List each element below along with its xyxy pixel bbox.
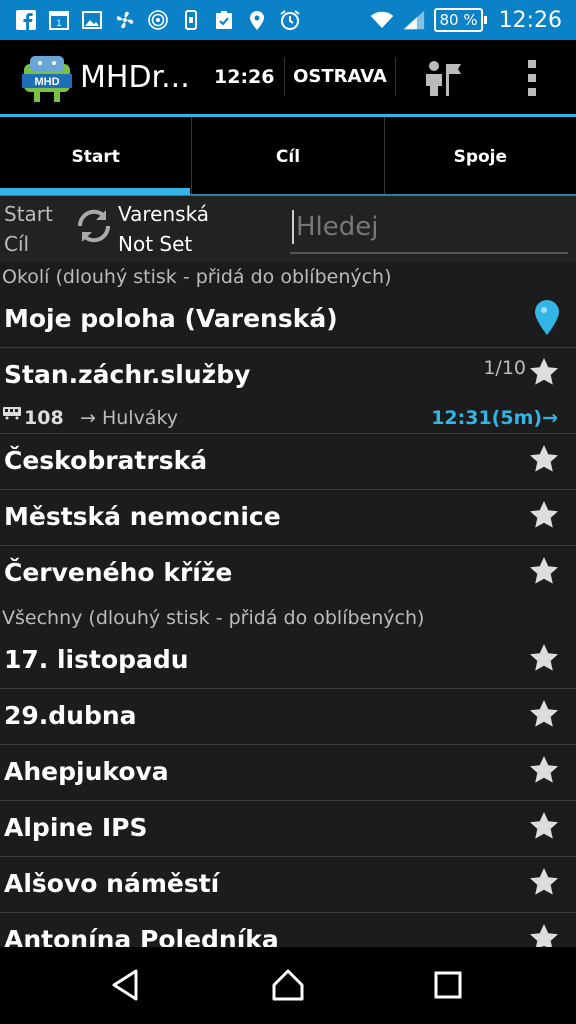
star-icon[interactable] bbox=[528, 698, 560, 730]
search-placeholder: Hledej bbox=[296, 212, 379, 242]
action-bar: MHD MHDr... 12:26 OSTRAVA bbox=[0, 40, 576, 114]
app-logo-icon[interactable]: MHD bbox=[20, 50, 74, 104]
swap-icon[interactable] bbox=[72, 204, 116, 248]
stop-row[interactable]: Ahepjukova bbox=[0, 745, 576, 801]
stop-row[interactable]: Červeného kříže bbox=[0, 546, 576, 601]
stop-row[interactable]: 17. listopadu bbox=[0, 633, 576, 689]
person-flag-icon[interactable] bbox=[420, 58, 464, 98]
battery-indicator: 80 % bbox=[434, 8, 487, 32]
line-destination: → Hulváky bbox=[80, 407, 179, 429]
destination-value[interactable]: Not Set bbox=[118, 232, 192, 256]
bus-icon bbox=[3, 407, 21, 420]
stop-name: Stan.záchr.služby bbox=[4, 360, 251, 389]
overflow-menu-icon[interactable] bbox=[520, 60, 544, 96]
stop-name: Ahepjukova bbox=[4, 757, 169, 786]
tab-bar: Start Cíl Spoje bbox=[0, 117, 576, 196]
stop-row[interactable]: 29.dubna bbox=[0, 689, 576, 745]
tab-start[interactable]: Start bbox=[0, 117, 193, 196]
stop-row-expanded[interactable]: Stan.záchr.služby 1/10 108 → Hulváky 12:… bbox=[0, 348, 576, 434]
stop-name: Alšovo náměstí bbox=[4, 869, 220, 898]
facebook-icon bbox=[14, 8, 38, 32]
signal-icon bbox=[402, 8, 426, 32]
tab-cil[interactable]: Cíl bbox=[192, 117, 385, 196]
location-icon bbox=[245, 8, 269, 32]
stop-row[interactable]: Antonína Poledníka bbox=[0, 913, 576, 947]
calendar-icon: 1 bbox=[47, 8, 71, 32]
stop-name: 29.dubna bbox=[4, 701, 137, 730]
tab-spoje[interactable]: Spoje bbox=[385, 117, 576, 196]
stop-name: Antonína Poledníka bbox=[4, 925, 279, 947]
star-icon[interactable] bbox=[528, 922, 560, 947]
status-bar: 1 80 % 12:26 bbox=[0, 0, 576, 40]
status-clock: 12:26 bbox=[498, 7, 562, 33]
line-number: 108 bbox=[24, 407, 64, 429]
star-icon[interactable] bbox=[528, 499, 560, 531]
stop-row[interactable]: Alšovo náměstí bbox=[0, 857, 576, 913]
wifi-icon bbox=[370, 8, 394, 32]
stop-name: Českobratrská bbox=[4, 446, 208, 475]
search-input[interactable]: Hledej bbox=[290, 206, 568, 254]
all-section-header: Všechny (dlouhý stisk - přidá do oblíben… bbox=[0, 603, 576, 633]
star-icon[interactable] bbox=[528, 866, 560, 898]
stop-name: 17. listopadu bbox=[4, 645, 189, 674]
stop-name: Městská nemocnice bbox=[4, 502, 281, 531]
clipboard-check-icon bbox=[212, 8, 236, 32]
star-icon[interactable] bbox=[528, 810, 560, 842]
start-value[interactable]: Varenská bbox=[118, 202, 209, 226]
text-cursor bbox=[292, 210, 294, 244]
hotspot-icon bbox=[146, 8, 170, 32]
nearby-section-header: Okolí (dlouhý stisk - přidá do oblíbenýc… bbox=[0, 262, 576, 292]
app-title: MHDr... bbox=[80, 59, 190, 95]
destination-label: Cíl bbox=[4, 232, 30, 256]
my-location-label: Moje poloha (Varenská) bbox=[4, 304, 338, 333]
active-tab-indicator bbox=[0, 188, 190, 195]
star-icon[interactable] bbox=[528, 443, 560, 475]
star-icon[interactable] bbox=[528, 642, 560, 674]
svg-text:1: 1 bbox=[56, 18, 61, 28]
alarm-icon bbox=[278, 8, 302, 32]
departure-pager: 1/10 bbox=[483, 357, 526, 379]
star-icon[interactable] bbox=[528, 356, 560, 388]
star-icon[interactable] bbox=[528, 754, 560, 786]
city-selector[interactable]: OSTRAVA bbox=[284, 58, 396, 96]
stop-row[interactable]: Městská nemocnice bbox=[0, 490, 576, 546]
star-icon[interactable] bbox=[528, 555, 560, 587]
home-icon[interactable] bbox=[268, 965, 308, 1005]
my-location-row[interactable]: Moje poloha (Varenská) bbox=[0, 292, 576, 348]
fan-icon bbox=[113, 8, 137, 32]
stop-row[interactable]: Českobratrská bbox=[0, 434, 576, 490]
location-pin-icon bbox=[535, 300, 559, 335]
start-label: Start bbox=[4, 202, 53, 226]
phone-icon bbox=[179, 8, 203, 32]
recents-icon[interactable] bbox=[428, 965, 468, 1005]
stop-row[interactable]: Alpine IPS bbox=[0, 801, 576, 857]
navigation-bar bbox=[0, 947, 576, 1024]
action-bar-time: 12:26 bbox=[214, 66, 275, 88]
svg-text:MHD: MHD bbox=[34, 76, 59, 88]
image-icon bbox=[80, 8, 104, 32]
stop-name: Červeného kříže bbox=[4, 558, 233, 587]
departure-time[interactable]: 12:31(5m)→ bbox=[431, 407, 558, 429]
stop-name: Alpine IPS bbox=[4, 813, 148, 842]
back-icon[interactable] bbox=[106, 965, 146, 1005]
